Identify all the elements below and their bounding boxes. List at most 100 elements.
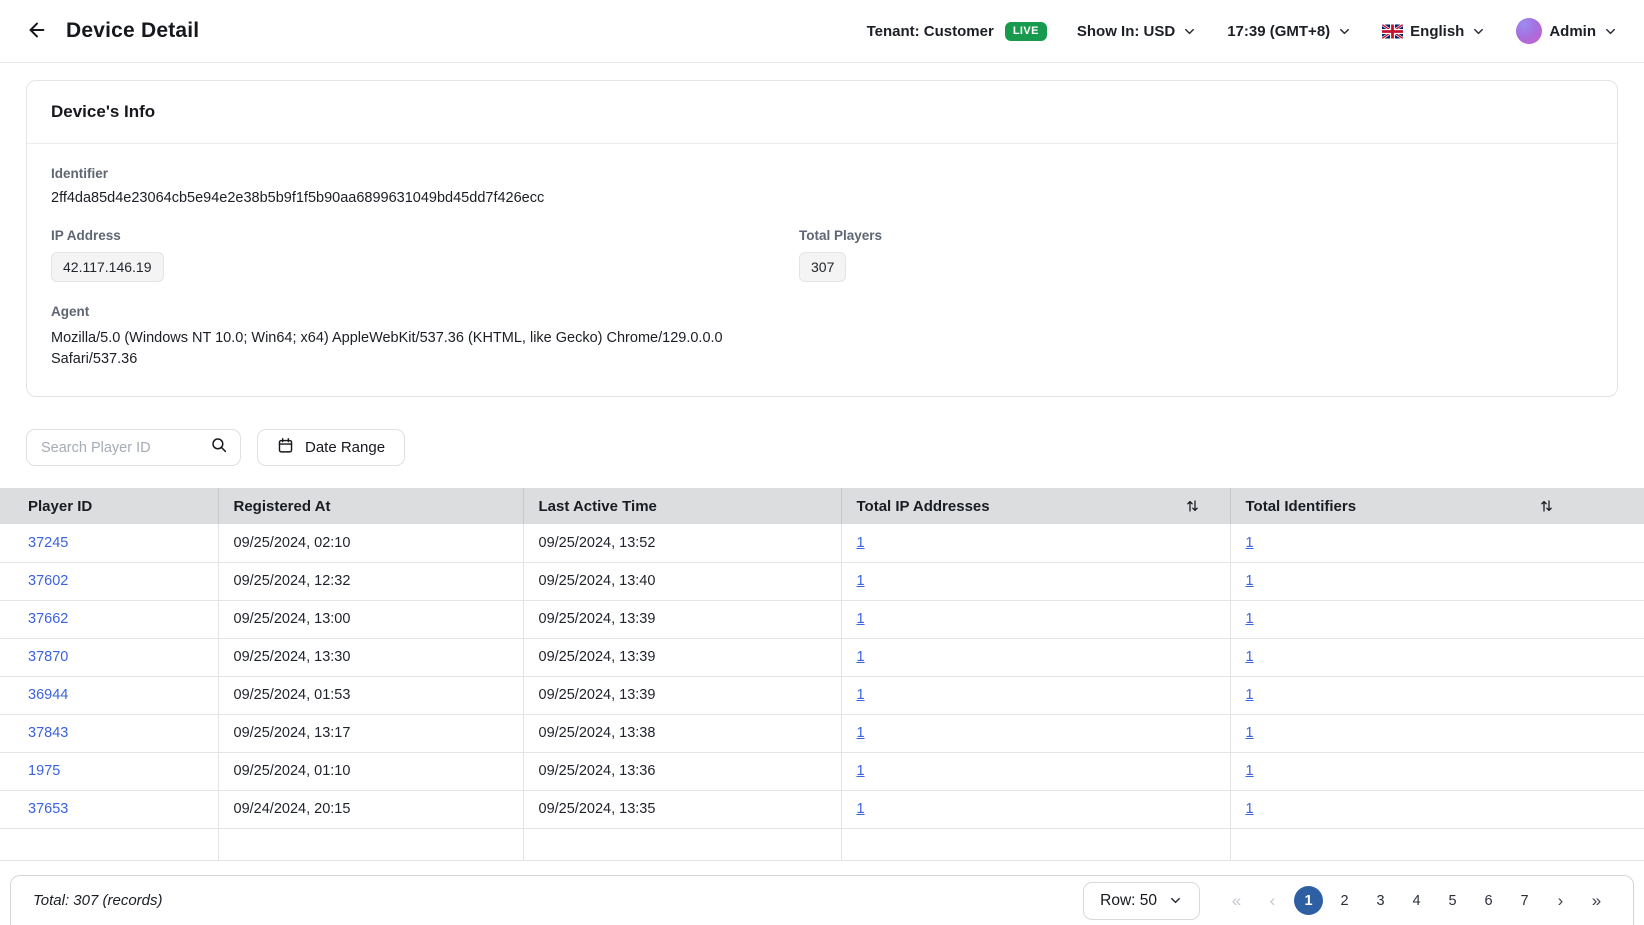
col-total-ips[interactable]: Total IP Addresses xyxy=(841,488,1230,524)
table-row: 37662 09/25/2024, 13:00 09/25/2024, 13:3… xyxy=(0,600,1644,638)
total-identifiers-link[interactable]: 1 xyxy=(1246,649,1254,665)
total-identifiers-link[interactable]: 1 xyxy=(1246,535,1254,551)
table-row: 37843 09/25/2024, 13:17 09/25/2024, 13:3… xyxy=(0,714,1644,752)
total-ips-link[interactable]: 1 xyxy=(857,611,865,627)
card-title: Device's Info xyxy=(27,81,1617,144)
avatar xyxy=(1516,18,1542,44)
registered-at-cell: 09/25/2024, 13:00 xyxy=(218,600,523,638)
arrow-left-icon xyxy=(26,19,48,44)
total-players-field: Total Players 307 xyxy=(799,228,1593,282)
next-page-button[interactable]: › xyxy=(1546,886,1575,915)
device-info-card: Device's Info Identifier 2ff4da85d4e2306… xyxy=(26,80,1618,397)
total-ips-link[interactable]: 1 xyxy=(857,649,865,665)
date-range-label: Date Range xyxy=(305,439,385,456)
currency-dropdown[interactable]: Show In: USD xyxy=(1077,23,1197,40)
timezone-dropdown[interactable]: 17:39 (GMT+8) xyxy=(1227,23,1352,40)
table-row: 1975 09/25/2024, 01:10 09/25/2024, 13:36… xyxy=(0,752,1644,790)
col-total-identifiers[interactable]: Total Identifiers xyxy=(1230,488,1644,524)
player-id-link[interactable]: 1975 xyxy=(28,763,60,779)
last-page-button[interactable]: » xyxy=(1582,886,1611,915)
col-last-active: Last Active Time xyxy=(523,488,841,524)
total-ips-link[interactable]: 1 xyxy=(857,801,865,817)
prev-page-button[interactable]: ‹ xyxy=(1258,886,1287,915)
live-badge: LIVE xyxy=(1005,22,1047,41)
total-identifiers-link[interactable]: 1 xyxy=(1246,573,1254,589)
registered-at-cell: 09/25/2024, 01:53 xyxy=(218,676,523,714)
language-dropdown[interactable]: English xyxy=(1382,23,1486,40)
agent-value: Mozilla/5.0 (Windows NT 10.0; Win64; x64… xyxy=(51,328,811,370)
registered-at-cell: 09/25/2024, 02:10 xyxy=(218,524,523,562)
page-button-3[interactable]: 3 xyxy=(1366,886,1395,915)
chevron-down-icon xyxy=(1168,893,1183,908)
ip-address-chip: 42.117.146.19 xyxy=(51,252,164,282)
date-range-button[interactable]: Date Range xyxy=(257,429,405,466)
first-page-button[interactable]: « xyxy=(1222,886,1251,915)
last-active-cell: 09/25/2024, 13:39 xyxy=(523,676,841,714)
chevron-down-icon xyxy=(1603,24,1618,39)
page-title: Device Detail xyxy=(66,19,199,43)
rows-per-page-dropdown[interactable]: Row: 50 xyxy=(1083,882,1200,920)
total-ips-link[interactable]: 1 xyxy=(857,573,865,589)
total-identifiers-link[interactable]: 1 xyxy=(1246,801,1254,817)
table-header-row: Player ID Registered At Last Active Time… xyxy=(0,488,1644,524)
ip-address-label: IP Address xyxy=(51,228,799,243)
identifier-label: Identifier xyxy=(51,166,1593,181)
page-button-5[interactable]: 5 xyxy=(1438,886,1467,915)
identifier-value: 2ff4da85d4e23064cb5e94e2e38b5b9f1f5b90aa… xyxy=(51,190,1593,206)
pagination: « ‹ 1 2 3 4 5 6 7 › » xyxy=(1222,886,1611,915)
back-button[interactable] xyxy=(26,19,48,44)
search-icon[interactable] xyxy=(210,436,228,459)
total-ips-link[interactable]: 1 xyxy=(857,725,865,741)
language-label: English xyxy=(1410,23,1464,40)
chevron-down-icon xyxy=(1471,24,1486,39)
page-button-1[interactable]: 1 xyxy=(1294,886,1323,915)
registered-at-cell: 09/25/2024, 13:30 xyxy=(218,638,523,676)
last-active-cell: 09/25/2024, 13:39 xyxy=(523,638,841,676)
search-box xyxy=(26,429,241,466)
player-id-link[interactable]: 37662 xyxy=(28,611,68,627)
page-button-4[interactable]: 4 xyxy=(1402,886,1431,915)
registered-at-cell: 09/25/2024, 13:17 xyxy=(218,714,523,752)
currency-label: Show In: USD xyxy=(1077,23,1175,40)
total-identifiers-link[interactable]: 1 xyxy=(1246,687,1254,703)
last-active-cell: 09/25/2024, 13:39 xyxy=(523,600,841,638)
last-active-cell: 09/25/2024, 13:36 xyxy=(523,752,841,790)
player-id-link[interactable]: 36944 xyxy=(28,687,68,703)
player-id-link[interactable]: 37245 xyxy=(28,535,68,551)
player-id-link[interactable]: 37843 xyxy=(28,725,68,741)
chevron-down-icon xyxy=(1337,24,1352,39)
table-row: 37653 09/24/2024, 20:15 09/25/2024, 13:3… xyxy=(0,790,1644,828)
calendar-icon xyxy=(277,437,294,458)
player-id-link[interactable]: 37602 xyxy=(28,573,68,589)
total-records-text: Total: 307 (records) xyxy=(33,892,163,909)
player-id-link[interactable]: 37653 xyxy=(28,801,68,817)
user-menu[interactable]: Admin xyxy=(1516,18,1618,44)
tenant-indicator: Tenant: Customer LIVE xyxy=(867,22,1047,41)
uk-flag-icon xyxy=(1382,24,1403,39)
registered-at-cell: 09/25/2024, 12:32 xyxy=(218,562,523,600)
search-input[interactable] xyxy=(41,440,210,456)
identifier-field: Identifier 2ff4da85d4e23064cb5e94e2e38b5… xyxy=(51,166,1593,206)
table-row: 37870 09/25/2024, 13:30 09/25/2024, 13:3… xyxy=(0,638,1644,676)
total-ips-link[interactable]: 1 xyxy=(857,763,865,779)
total-identifiers-link[interactable]: 1 xyxy=(1246,725,1254,741)
total-ips-link[interactable]: 1 xyxy=(857,687,865,703)
agent-field: Agent Mozilla/5.0 (Windows NT 10.0; Win6… xyxy=(51,304,1593,370)
sort-icon[interactable] xyxy=(1539,499,1554,514)
filter-bar: Date Range xyxy=(26,429,1618,466)
page-button-7[interactable]: 7 xyxy=(1510,886,1539,915)
last-active-cell: 09/25/2024, 13:38 xyxy=(523,714,841,752)
total-ips-link[interactable]: 1 xyxy=(857,535,865,551)
last-active-cell: 09/25/2024, 13:40 xyxy=(523,562,841,600)
total-identifiers-link[interactable]: 1 xyxy=(1246,763,1254,779)
table-footer: Total: 307 (records) Row: 50 « ‹ 1 2 3 4… xyxy=(10,875,1634,925)
player-id-link[interactable]: 37870 xyxy=(28,649,68,665)
page-button-2[interactable]: 2 xyxy=(1330,886,1359,915)
total-identifiers-link[interactable]: 1 xyxy=(1246,611,1254,627)
table-row: 36944 09/25/2024, 01:53 09/25/2024, 13:3… xyxy=(0,676,1644,714)
rows-per-page-label: Row: 50 xyxy=(1100,892,1157,910)
last-active-cell: 09/25/2024, 13:52 xyxy=(523,524,841,562)
chevron-down-icon xyxy=(1182,24,1197,39)
sort-icon[interactable] xyxy=(1185,499,1200,514)
page-button-6[interactable]: 6 xyxy=(1474,886,1503,915)
